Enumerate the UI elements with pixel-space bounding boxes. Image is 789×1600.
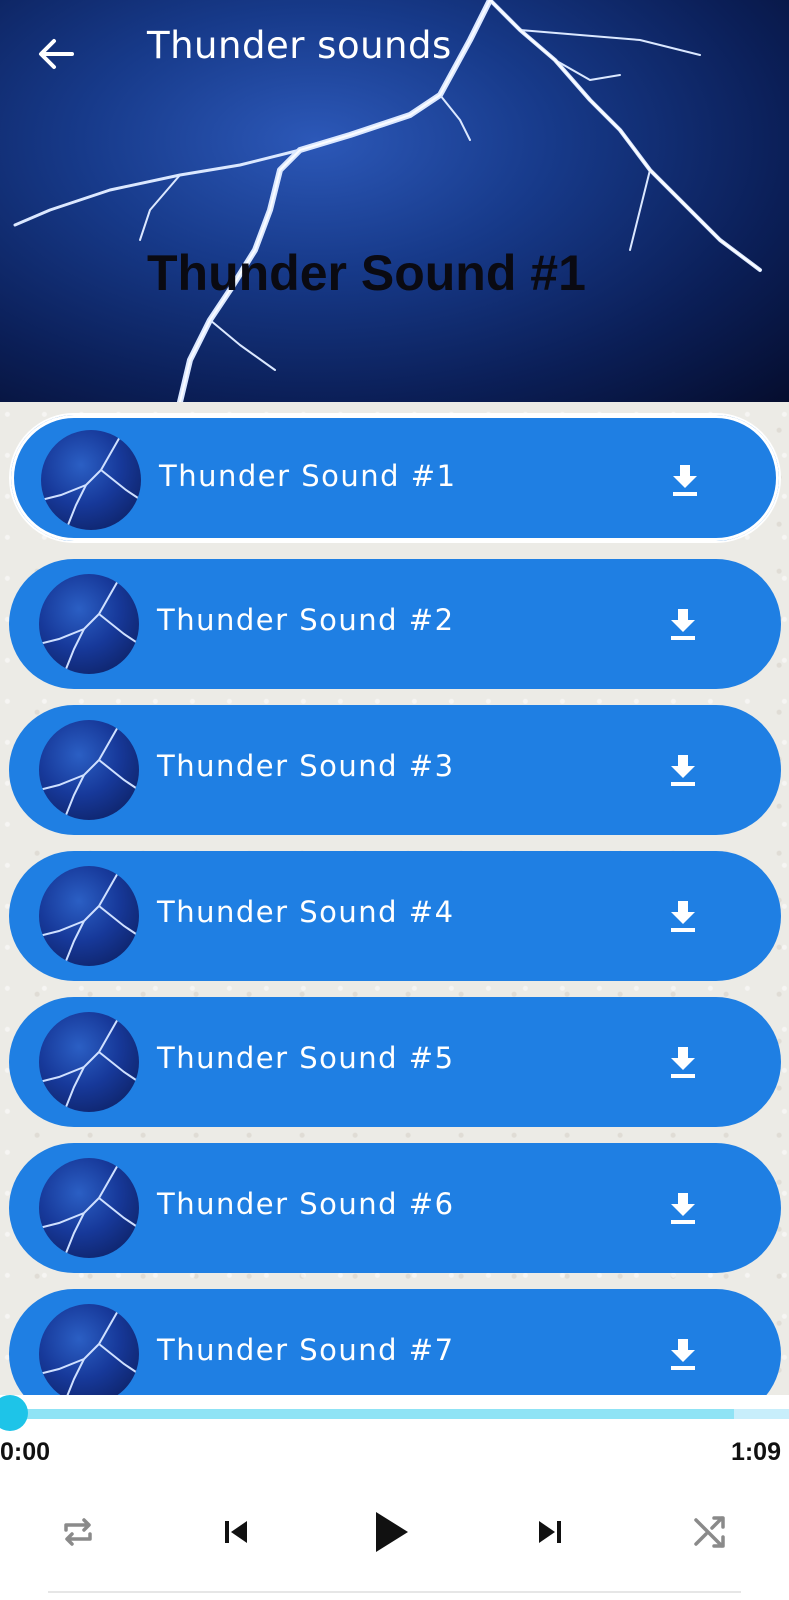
download-button[interactable] (669, 607, 697, 641)
track-thumbnail (39, 866, 139, 966)
track-thumbnail (39, 1012, 139, 1112)
track-list[interactable]: Thunder Sound #1 Thunder Sound #2 Thunde… (0, 402, 789, 1395)
download-icon (671, 901, 695, 932)
track-item-7[interactable]: Thunder Sound #7 (9, 1289, 781, 1395)
skip-previous-button[interactable] (206, 1502, 266, 1562)
now-playing-title: Thunder Sound #1 (147, 245, 586, 301)
track-title: Thunder Sound #6 (157, 1187, 455, 1221)
seek-bar[interactable] (0, 1409, 789, 1419)
download-button[interactable] (669, 1191, 697, 1225)
skip-next-icon (539, 1521, 561, 1543)
download-icon (673, 465, 697, 496)
track-thumbnail (39, 574, 139, 674)
track-thumbnail (39, 1304, 139, 1395)
track-item-5[interactable]: Thunder Sound #5 (9, 997, 781, 1127)
download-button[interactable] (669, 1045, 697, 1079)
elapsed-time: 0:00 (0, 1438, 51, 1466)
download-button[interactable] (671, 463, 699, 497)
track-thumbnail (39, 1158, 139, 1258)
track-item-3[interactable]: Thunder Sound #3 (9, 705, 781, 835)
seek-thumb[interactable] (0, 1395, 28, 1431)
shuffle-icon (694, 1516, 725, 1548)
track-title: Thunder Sound #3 (157, 749, 455, 783)
track-title: Thunder Sound #4 (157, 895, 455, 929)
download-button[interactable] (669, 1337, 697, 1371)
track-thumbnail (41, 430, 141, 530)
track-title: Thunder Sound #1 (159, 459, 457, 493)
download-button[interactable] (669, 753, 697, 787)
track-title: Thunder Sound #5 (157, 1041, 455, 1075)
header-banner: Thunder sounds Thunder Sound #1 (0, 0, 789, 402)
track-item-4[interactable]: Thunder Sound #4 (9, 851, 781, 981)
repeat-button[interactable] (48, 1502, 108, 1562)
track-item-2[interactable]: Thunder Sound #2 (9, 559, 781, 689)
arrow-left-icon (39, 39, 74, 69)
track-item-6[interactable]: Thunder Sound #6 (9, 1143, 781, 1273)
download-icon (671, 609, 695, 640)
play-button[interactable] (360, 1502, 420, 1562)
shuffle-button[interactable] (680, 1502, 740, 1562)
download-button[interactable] (669, 899, 697, 933)
track-title: Thunder Sound #2 (157, 603, 455, 637)
total-time: 1:09 (730, 1438, 781, 1466)
track-thumbnail (39, 720, 139, 820)
back-button[interactable] (30, 28, 82, 80)
download-icon (671, 1193, 695, 1224)
play-icon (376, 1512, 408, 1552)
skip-next-button[interactable] (520, 1502, 580, 1562)
track-item-1[interactable]: Thunder Sound #1 (9, 413, 781, 543)
download-icon (671, 1047, 695, 1078)
repeat-icon (64, 1518, 92, 1546)
track-title: Thunder Sound #7 (157, 1333, 455, 1367)
app-title: Thunder sounds (147, 24, 452, 67)
buffered-bar (0, 1409, 734, 1419)
skip-previous-icon (225, 1521, 247, 1543)
bottom-divider (48, 1591, 741, 1593)
download-icon (671, 755, 695, 786)
download-icon (671, 1339, 695, 1370)
